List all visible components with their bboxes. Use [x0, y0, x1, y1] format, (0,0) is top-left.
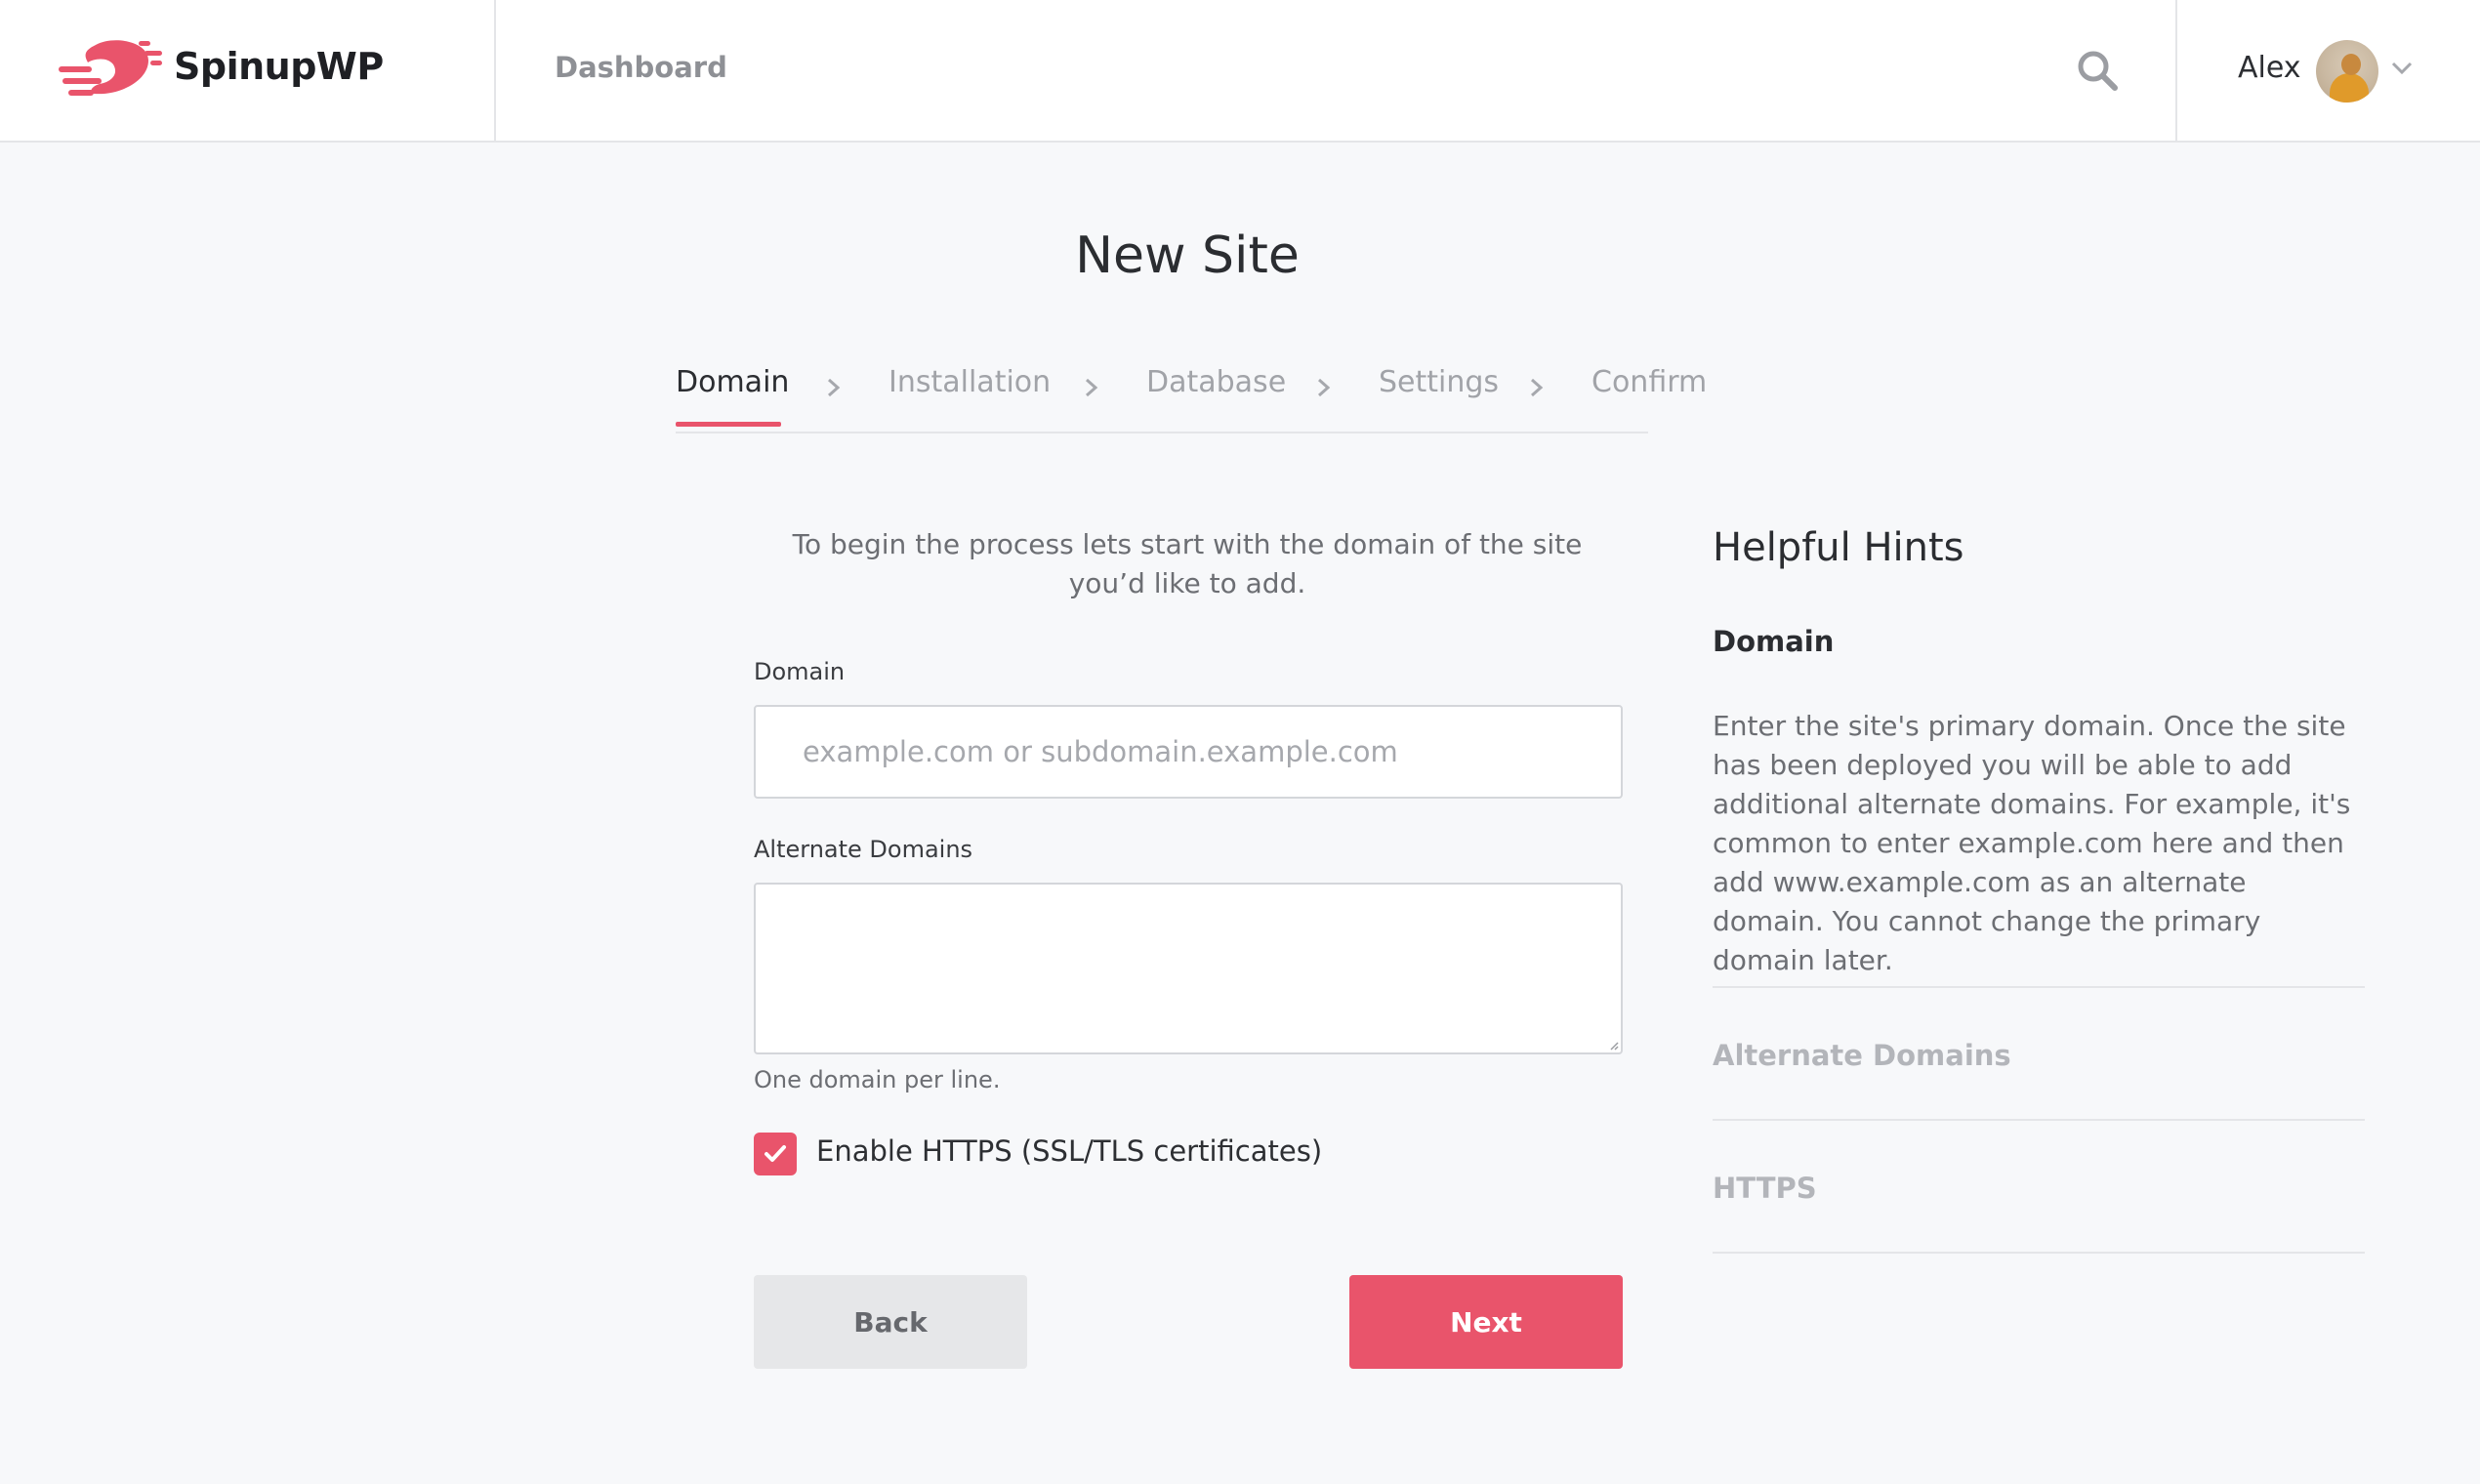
avatar[interactable]: [2316, 40, 2378, 103]
avatar-head: [2341, 54, 2361, 75]
chevron-right-icon: [1086, 378, 1098, 397]
https-checkbox[interactable]: [754, 1133, 797, 1175]
hint-divider: [1713, 986, 2365, 988]
resize-handle-icon[interactable]: [1609, 1041, 1619, 1051]
chevron-right-icon: [1318, 378, 1331, 397]
alternate-domains-textarea[interactable]: [754, 883, 1623, 1054]
search-icon[interactable]: [2076, 49, 2119, 92]
step-installation[interactable]: Installation: [889, 365, 1051, 399]
wizard-steps: Domain Installation Database Settings Co…: [676, 359, 1707, 433]
checkmark-icon: [765, 1145, 786, 1162]
page-title: New Site: [1075, 227, 1300, 285]
back-button[interactable]: Back: [754, 1275, 1027, 1369]
avatar-figure: [2330, 73, 2369, 103]
user-menu[interactable]: Alex: [2175, 0, 2480, 141]
step-domain[interactable]: Domain: [676, 365, 789, 399]
domain-input[interactable]: [754, 705, 1623, 799]
hint-divider: [1713, 1119, 2365, 1121]
user-name: Alex: [2238, 51, 2301, 85]
hint-divider: [1713, 1252, 2365, 1254]
hint-https-heading[interactable]: HTTPS: [1713, 1172, 1817, 1205]
step-confirm[interactable]: Confirm: [1591, 365, 1707, 399]
form-intro: To begin the process lets start with the…: [792, 528, 1583, 599]
spinupwp-logo: [59, 40, 162, 96]
chevron-right-icon: [1531, 378, 1544, 397]
next-button[interactable]: Next: [1349, 1275, 1623, 1369]
step-database[interactable]: Database: [1146, 365, 1286, 399]
helpful-hints-title: Helpful Hints: [1713, 525, 1964, 570]
hint-domain-heading[interactable]: Domain: [1713, 625, 1834, 658]
nav-dashboard-link[interactable]: Dashboard: [555, 51, 727, 84]
hint-alternate-domains-heading[interactable]: Alternate Domains: [1713, 1039, 2011, 1072]
brand[interactable]: SpinupWP: [0, 0, 496, 141]
alternate-domains-help: One domain per line.: [754, 1066, 1001, 1093]
alternate-domains-label: Alternate Domains: [754, 836, 973, 863]
domain-label: Domain: [754, 658, 846, 685]
chevron-down-icon[interactable]: [2390, 61, 2414, 76]
brand-name: SpinupWP: [174, 45, 384, 88]
step-settings[interactable]: Settings: [1379, 365, 1499, 399]
active-step-indicator: [676, 422, 781, 427]
top-header: SpinupWP Dashboard Alex: [0, 0, 2480, 143]
chevron-right-icon: [828, 378, 841, 397]
https-checkbox-label[interactable]: Enable HTTPS (SSL/TLS certificates): [816, 1134, 1322, 1168]
hint-domain-body: Enter the site's primary domain. Once th…: [1713, 710, 2351, 976]
